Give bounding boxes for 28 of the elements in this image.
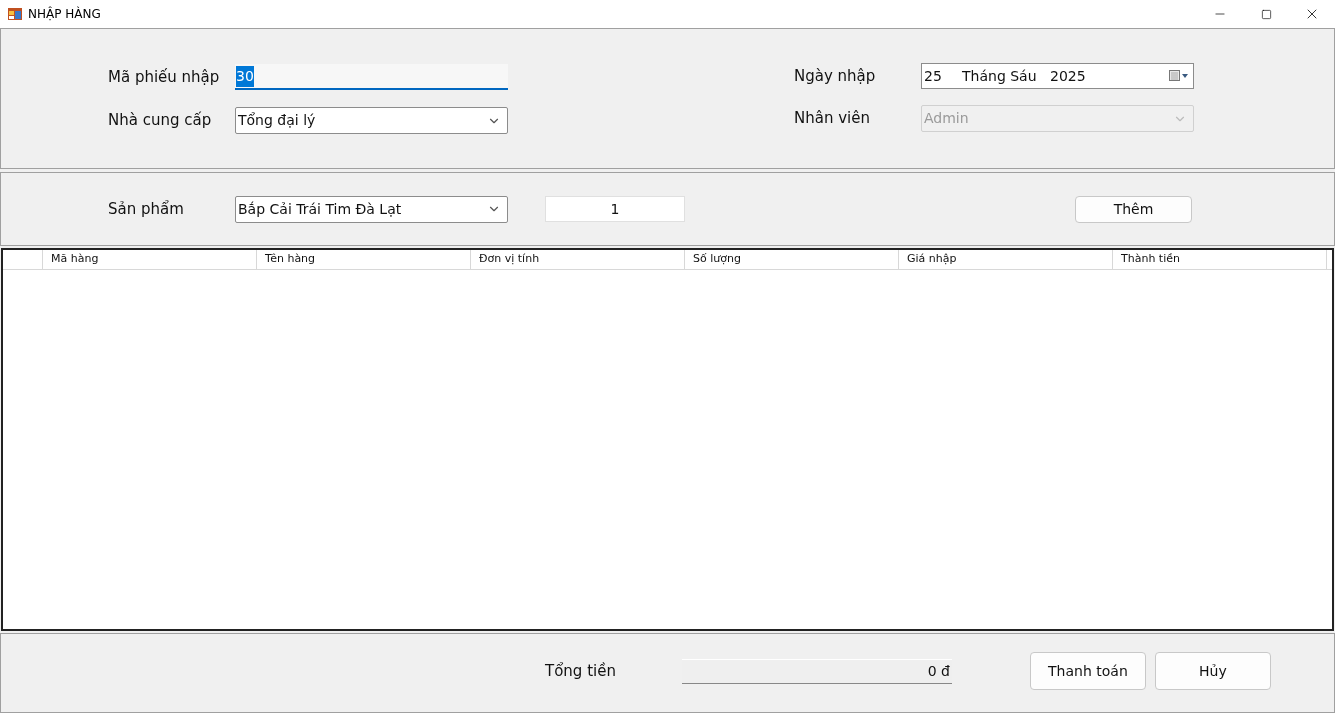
field-label: Ngày nhập [794,65,877,87]
date-picker[interactable]: 25 Tháng Sáu 2025 [921,63,1194,89]
day-text: 25 [924,66,943,86]
total-field: 0 đ [681,658,952,684]
supplier-dropdown[interactable]: Tổng đại lý [235,107,508,134]
calendar-icon [1169,70,1189,82]
column-header[interactable]: Tên hàng [257,250,471,269]
field-label: Nhà cung cấp [108,110,213,132]
add-button[interactable]: Thêm [1075,195,1192,223]
total-label: Tổng tiền [545,660,616,682]
column-header[interactable]: Thành tiền [1113,250,1327,269]
month-text: Tháng Sáu [962,66,1038,86]
maximize-icon [1260,8,1272,20]
window-title: NHẬP HÀNG [28,5,101,23]
year-text: 2025 [1050,66,1086,86]
quantity-field[interactable]: 1 [545,196,685,222]
app-icon [8,7,22,21]
field-label: Sản phẩm [108,200,184,218]
pay-button[interactable]: Thanh toán [1029,652,1146,690]
cancel-button[interactable]: Hủy [1154,652,1271,690]
column-header[interactable]: Mã hàng [43,250,257,269]
field-label: Mã phiếu nhập [108,66,221,88]
receipt-id-field[interactable]: 30 [235,64,508,90]
product-dropdown[interactable]: Bắp Cải Trái Tim Đà Lạt [235,195,508,223]
column-header[interactable]: Số lượng [685,250,899,269]
column-header[interactable]: Đơn vị tính [471,250,685,269]
column-header[interactable]: Giá nhập [899,250,1113,269]
field-label: Nhân viên [794,108,871,130]
